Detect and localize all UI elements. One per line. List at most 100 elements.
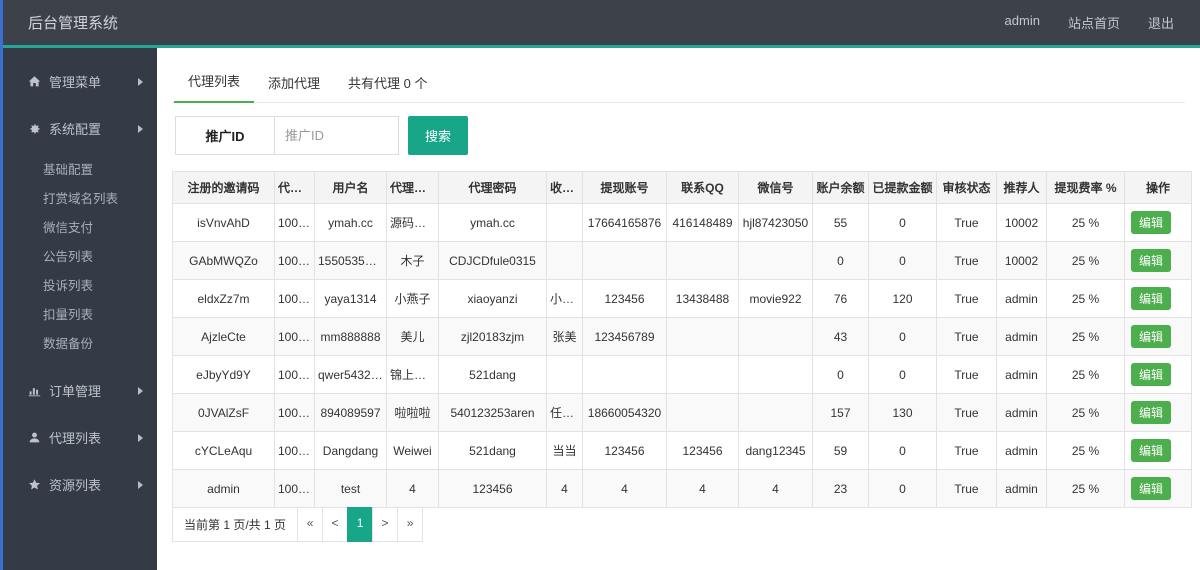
table-cell: AjzleCte: [172, 317, 275, 356]
table-cell: eldxZz7m: [172, 279, 275, 318]
table-cell: True: [936, 469, 997, 508]
table-cell: 894089597: [314, 393, 387, 432]
sidebar-item-order-management[interactable]: 订单管理: [0, 367, 157, 414]
sidebar-item-resource-list[interactable]: 资源列表: [0, 461, 157, 508]
table-cell: [546, 203, 583, 242]
sidebar-subitem-notice-list[interactable]: 公告列表: [0, 241, 157, 270]
table-cell: 任志远: [546, 393, 583, 432]
table-cell: 25 %: [1046, 203, 1125, 242]
edit-button[interactable]: 编辑: [1131, 477, 1172, 500]
table-cell: GAbMWQZo: [172, 241, 275, 280]
pagination-first-page[interactable]: «: [297, 507, 324, 542]
table-cell: ymah.cc: [438, 203, 547, 242]
sidebar-subitem-data-backup[interactable]: 数据备份: [0, 328, 157, 357]
sidebar-subitem-deduction-list[interactable]: 扣量列表: [0, 299, 157, 328]
search-input-group: 推广ID: [175, 116, 399, 155]
table-footer: 当前第 1 页/共 1 页 «<1 >»: [172, 507, 1185, 542]
table-cell: 10008: [274, 203, 315, 242]
table-cell: 25 %: [1046, 279, 1125, 318]
table-cell: 4: [386, 469, 439, 508]
search-button[interactable]: 搜索: [408, 116, 469, 155]
sidebar-submenu-system-config: 基础配置 打赏域名列表 微信支付 公告列表 投诉列表 扣量列表 数据备份: [0, 152, 157, 367]
sidebar-subitem-complaint-list[interactable]: 投诉列表: [0, 270, 157, 299]
table-cell: 25 %: [1046, 469, 1125, 508]
table-cell: True: [936, 393, 997, 432]
table-cell: 10004: [274, 355, 315, 394]
table-cell: 15505353560: [314, 241, 387, 280]
edit-button[interactable]: 编辑: [1131, 211, 1172, 234]
navbar-link-site-home[interactable]: 站点首页: [1068, 13, 1120, 32]
table-cell: 10002: [996, 241, 1047, 280]
sidebar-item-agent-list[interactable]: 代理列表: [0, 414, 157, 461]
table-cell: 源码爱好者: [386, 203, 439, 242]
table-cell: 10007: [274, 241, 315, 280]
app-title: 后台管理系统: [28, 15, 119, 32]
table-cell: xiaoyanzi: [438, 279, 547, 318]
column-header: 账户余额: [812, 171, 869, 204]
pagination-prev-page[interactable]: <: [322, 507, 349, 542]
home-icon: [27, 75, 41, 89]
table-cell: [738, 393, 813, 432]
pagination-page-1[interactable]: 1: [347, 507, 374, 542]
caret-right-icon: [138, 77, 143, 86]
table-cell: 123456789: [582, 317, 667, 356]
pagination-next-page[interactable]: >: [372, 507, 399, 542]
edit-button[interactable]: 编辑: [1131, 363, 1172, 386]
table-cell: isVnvAhD: [172, 203, 275, 242]
table-cell: 0: [868, 431, 937, 470]
table-cell: 10000: [274, 469, 315, 508]
table-cell: [666, 241, 739, 280]
edit-button[interactable]: 编辑: [1131, 439, 1172, 462]
table-cell: 锦上添花: [386, 355, 439, 394]
column-header: 用户名: [314, 171, 387, 204]
actions-cell: 编辑删除: [1124, 469, 1192, 508]
search-label: 推广ID: [205, 129, 245, 144]
table-cell: dang12345: [738, 431, 813, 470]
table-cell: 美儿: [386, 317, 439, 356]
table-cell: 521dang: [438, 431, 547, 470]
edit-button[interactable]: 编辑: [1131, 401, 1172, 424]
table-cell: 10002: [996, 203, 1047, 242]
actions-cell: 编辑删除: [1124, 241, 1192, 280]
sidebar-subitem-basic-config[interactable]: 基础配置: [0, 154, 157, 183]
table-cell: test: [314, 469, 387, 508]
table-cell: 540123253aren: [438, 393, 547, 432]
table-cell: 157: [812, 393, 869, 432]
edit-button[interactable]: 编辑: [1131, 325, 1172, 348]
edit-button[interactable]: 编辑: [1131, 287, 1172, 310]
table-cell: 当当: [546, 431, 583, 470]
table-cell: 张美: [546, 317, 583, 356]
sidebar-item-label: 订单管理: [49, 384, 102, 399]
table-cell: admin: [996, 393, 1047, 432]
tab-agent-list[interactable]: 代理列表: [174, 60, 255, 103]
sidebar-item-admin-menu[interactable]: 管理菜单: [0, 58, 157, 105]
table-cell: admin: [996, 279, 1047, 318]
table-cell: 18660054320: [582, 393, 667, 432]
table-cell: 0: [812, 355, 869, 394]
navbar-link-logout[interactable]: 退出: [1148, 13, 1174, 32]
actions-cell: 编辑删除: [1124, 431, 1192, 470]
actions-cell: 编辑删除: [1124, 317, 1192, 356]
actions-cell: 编辑删除: [1124, 203, 1192, 242]
table-cell: 4: [738, 469, 813, 508]
actions-cell: 编辑删除: [1124, 279, 1192, 318]
table-cell: [666, 355, 739, 394]
column-header: 代理密码: [438, 171, 547, 204]
table-cell: 10006: [274, 279, 315, 318]
navbar-link-admin[interactable]: admin: [1005, 13, 1040, 32]
table-cell: [582, 241, 667, 280]
sidebar-subitem-reward-domain-list[interactable]: 打赏域名列表: [0, 183, 157, 212]
search-input[interactable]: [274, 117, 398, 154]
pagination-last-page[interactable]: »: [397, 507, 424, 542]
sidebar-item-system-config[interactable]: 系统配置: [0, 105, 157, 152]
table-cell: cYCLeAqu: [172, 431, 275, 470]
table-cell: True: [936, 431, 997, 470]
edit-button[interactable]: 编辑: [1131, 249, 1172, 272]
table-cell: 521dang: [438, 355, 547, 394]
table-cell: 13438488: [666, 279, 739, 318]
caret-right-icon: [138, 480, 143, 489]
table-cell: 4: [666, 469, 739, 508]
tab-add-agent[interactable]: 添加代理: [254, 62, 334, 103]
table-cell: CDJCDfule0315: [438, 241, 547, 280]
sidebar-subitem-wechat-pay[interactable]: 微信支付: [0, 212, 157, 241]
